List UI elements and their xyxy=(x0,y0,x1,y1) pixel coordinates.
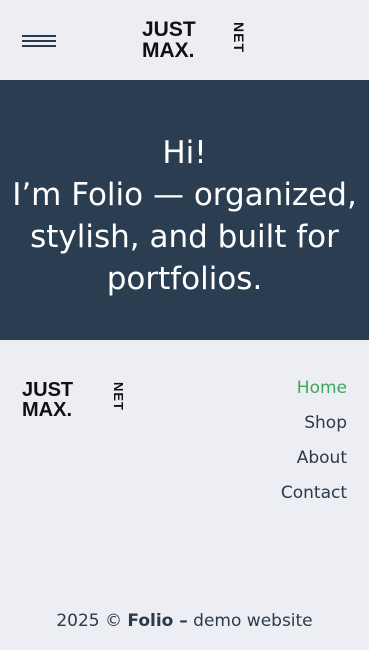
nav-link-about[interactable]: About xyxy=(281,448,347,468)
copyright-suffix: demo website xyxy=(193,611,313,631)
footer-logo[interactable]: JUST MAX. NET xyxy=(22,379,126,422)
logo-vertical-text: NET xyxy=(231,22,247,53)
hero-heading: Hi! I’m Folio — organized, stylish, and … xyxy=(0,132,369,300)
logo-line-1: JUST xyxy=(22,379,74,401)
nav-link-contact[interactable]: Contact xyxy=(281,483,347,503)
menu-bar xyxy=(22,35,56,37)
copyright-brand: Folio – xyxy=(127,611,188,631)
hamburger-menu-icon[interactable] xyxy=(22,35,56,48)
logo-line-2: MAX. xyxy=(22,399,72,421)
hero-tagline: I’m Folio — organized, stylish, and buil… xyxy=(12,177,357,297)
nav-link-home[interactable]: Home xyxy=(281,378,347,398)
site-logo[interactable]: JUST MAX. NET xyxy=(142,18,247,63)
logo-line-1: JUST xyxy=(142,18,196,41)
site-header: JUST MAX. NET xyxy=(0,0,369,80)
hero-greeting: Hi! xyxy=(162,135,207,171)
menu-bar xyxy=(22,40,56,42)
copyright-year: 2025 © xyxy=(56,611,122,631)
copyright-text: 2025 © Folio – demo website xyxy=(0,611,369,631)
logo-line-2: MAX. xyxy=(142,39,195,62)
logo-vertical-text: NET xyxy=(111,382,126,411)
nav-link-shop[interactable]: Shop xyxy=(281,413,347,433)
footer-nav: Home Shop About Contact xyxy=(281,378,347,518)
hero-banner: Hi! I’m Folio — organized, stylish, and … xyxy=(0,80,369,340)
menu-bar xyxy=(22,45,56,47)
